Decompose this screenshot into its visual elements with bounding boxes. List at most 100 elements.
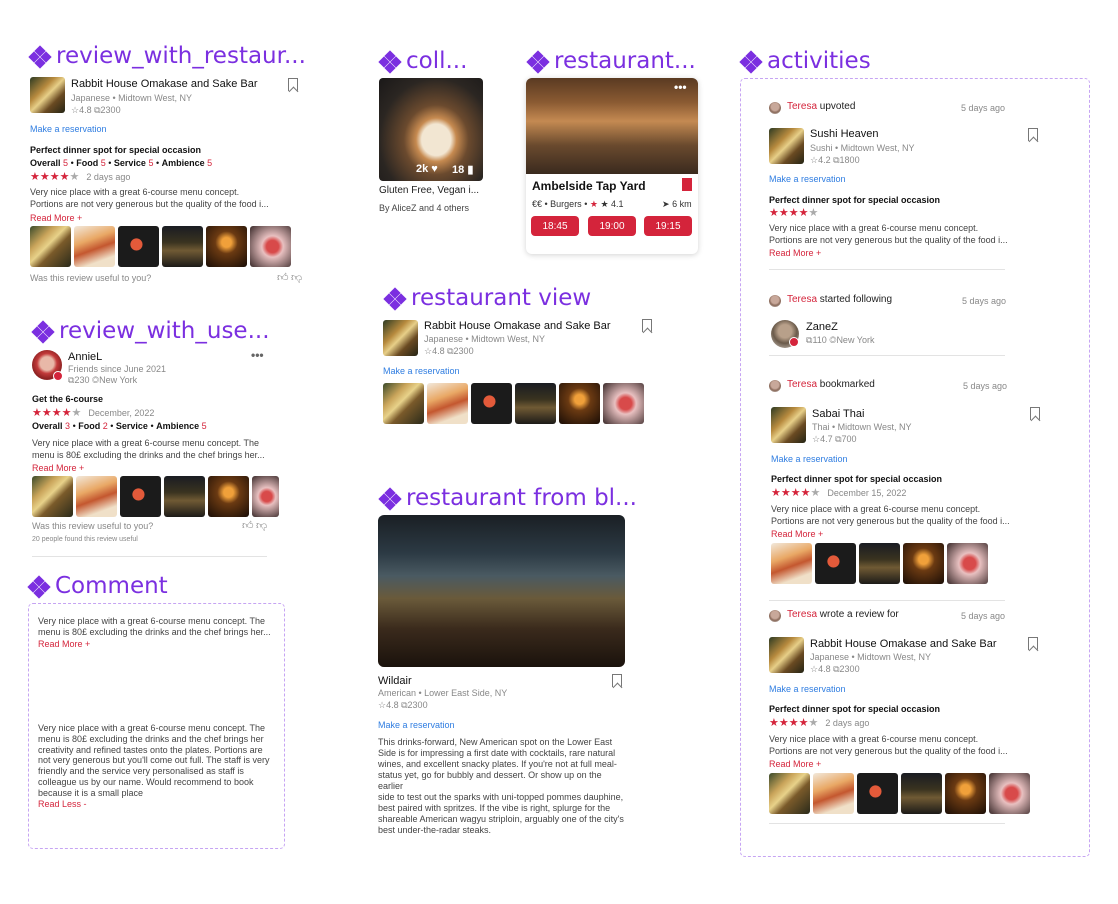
review-photo[interactable] <box>118 226 159 267</box>
review-photo[interactable] <box>164 476 205 517</box>
restaurant-image[interactable] <box>378 515 625 667</box>
review-photo[interactable] <box>250 226 291 267</box>
review-title: Get the 6-course <box>32 394 104 404</box>
bookmark-icon[interactable] <box>1028 637 1038 650</box>
read-less-link[interactable]: Read Less - <box>38 799 270 810</box>
more-options-icon[interactable]: ••• <box>674 80 687 94</box>
verified-badge <box>53 371 63 381</box>
restaurant-name[interactable]: Rabbit House Omakase and Sake Bar <box>810 638 997 650</box>
bookmark-icon[interactable] <box>1030 407 1040 420</box>
time-slot-button[interactable]: 19:15 <box>644 216 692 236</box>
restaurant-name[interactable]: Sabai Thai <box>812 408 864 420</box>
review-photo[interactable] <box>208 476 249 517</box>
restaurant-thumbnail[interactable] <box>383 320 418 356</box>
restaurant-name[interactable]: Rabbit House Omakase and Sake Bar <box>424 320 611 332</box>
section-title-review-user: review_with_use... <box>31 319 270 344</box>
review-text: Very nice place with a great 6-course me… <box>30 187 269 209</box>
restaurant-photo[interactable] <box>515 383 556 424</box>
restaurant-photo[interactable] <box>471 383 512 424</box>
section-title-collection: coll... <box>378 50 467 74</box>
collection-card[interactable]: 2k ♥ 18 ▮ Gluten Free, Vegan i... By Ali… <box>379 78 483 218</box>
review-photo[interactable] <box>771 543 812 584</box>
read-more-link[interactable]: Read More + <box>32 463 84 473</box>
bookmark-icon[interactable] <box>288 78 298 91</box>
restaurant-photo[interactable] <box>559 383 600 424</box>
bookmark-filled-icon[interactable] <box>682 178 692 191</box>
thumbs-up-icon[interactable]: 👍︎ <box>242 519 254 532</box>
read-more-link[interactable]: Read More + <box>769 248 821 258</box>
review-photo[interactable] <box>206 226 247 267</box>
bookmark-icon[interactable] <box>642 319 652 332</box>
restaurant-thumbnail[interactable] <box>769 128 804 164</box>
read-more-link[interactable]: Read More + <box>769 759 821 769</box>
avatar[interactable] <box>769 102 781 114</box>
reservation-link[interactable]: Make a reservation <box>769 174 846 184</box>
review-photo[interactable] <box>859 543 900 584</box>
reservation-link[interactable]: Make a reservation <box>383 366 460 376</box>
activity-item: Teresa wrote a review for 5 days ago Rab… <box>769 608 1045 828</box>
review-photo[interactable] <box>947 543 988 584</box>
review-photo[interactable] <box>162 226 203 267</box>
avatar[interactable] <box>769 380 781 392</box>
activity-time: 5 days ago <box>961 611 1006 621</box>
review-photo[interactable] <box>76 476 117 517</box>
thumbs-up-icon[interactable]: 👍︎ <box>277 271 289 284</box>
review-photo[interactable] <box>815 543 856 584</box>
reservation-link[interactable]: Make a reservation <box>771 454 848 464</box>
reservation-link[interactable]: Make a reservation <box>769 684 846 694</box>
restaurant-name[interactable]: Wildair <box>378 675 412 687</box>
read-more-link[interactable]: Read More + <box>771 529 823 539</box>
restaurant-thumbnail[interactable] <box>30 77 65 113</box>
restaurant-photo[interactable] <box>427 383 468 424</box>
review-photo[interactable] <box>989 773 1030 814</box>
restaurant-thumbnail[interactable] <box>771 407 806 443</box>
restaurant-name[interactable]: Sushi Heaven <box>810 128 879 140</box>
review-photo[interactable] <box>32 476 73 517</box>
restaurant-cuisine: Japanese • Midtown West, NY <box>71 93 193 103</box>
review-photo[interactable] <box>901 773 942 814</box>
review-photo[interactable] <box>903 543 944 584</box>
avatar[interactable] <box>769 295 781 307</box>
restaurant-stats: ☆4.8 ⧉2300 <box>424 346 474 356</box>
review-photo[interactable] <box>120 476 161 517</box>
restaurant-stats: ☆4.8 ⧉2300 <box>378 700 428 710</box>
restaurant-cuisine: Thai • Midtown West, NY <box>812 422 912 432</box>
restaurant-name[interactable]: Rabbit House Omakase and Sake Bar <box>71 78 258 90</box>
restaurant-photo[interactable] <box>383 383 424 424</box>
restaurant-thumbnail[interactable] <box>769 637 804 673</box>
bookmark-icon[interactable] <box>612 674 622 687</box>
reservation-link[interactable]: Make a reservation <box>30 124 107 134</box>
more-options-icon[interactable]: ••• <box>251 348 264 362</box>
read-more-link[interactable]: Read More + <box>38 639 271 650</box>
review-photo[interactable] <box>74 226 115 267</box>
avatar[interactable] <box>769 610 781 622</box>
restaurant-cuisine: Japanese • Midtown West, NY <box>424 334 546 344</box>
restaurant-photo[interactable] <box>603 383 644 424</box>
thumbs-down-icon[interactable]: 👎︎ <box>291 271 302 284</box>
review-title: Perfect dinner spot for special occasion <box>30 145 202 155</box>
activity-header: Teresa upvoted <box>787 101 856 112</box>
time-slot-button[interactable]: 19:00 <box>588 216 636 236</box>
component-icon <box>31 319 55 344</box>
thumbs-down-icon[interactable]: 👎︎ <box>256 519 267 532</box>
bookmark-icon: ▮ <box>467 164 474 176</box>
collection-by: By AliceZ and 4 others <box>379 203 470 213</box>
review-photo[interactable] <box>30 226 71 267</box>
read-more-link[interactable]: Read More + <box>30 213 82 223</box>
restaurant-name[interactable]: Ambelside Tap Yard <box>532 179 646 193</box>
restaurant-card[interactable]: ••• Ambelside Tap Yard €€ • Burgers • ★ … <box>526 78 698 254</box>
review-photo[interactable] <box>813 773 854 814</box>
component-icon <box>27 574 51 599</box>
review-photo[interactable] <box>252 476 279 517</box>
star-rating: ★★★★★ <box>769 207 819 219</box>
time-slot-button[interactable]: 18:45 <box>531 216 579 236</box>
user-name[interactable]: ZaneZ <box>806 321 838 333</box>
bookmark-icon[interactable] <box>1028 128 1038 141</box>
restaurant-meta: €€ • Burgers • ★ ★ 4.1 <box>532 199 624 209</box>
review-photo[interactable] <box>769 773 810 814</box>
review-photo[interactable] <box>857 773 898 814</box>
review-photo[interactable] <box>945 773 986 814</box>
user-name[interactable]: AnnieL <box>68 351 102 363</box>
restaurant-image[interactable] <box>526 78 698 174</box>
reservation-link[interactable]: Make a reservation <box>378 720 455 730</box>
